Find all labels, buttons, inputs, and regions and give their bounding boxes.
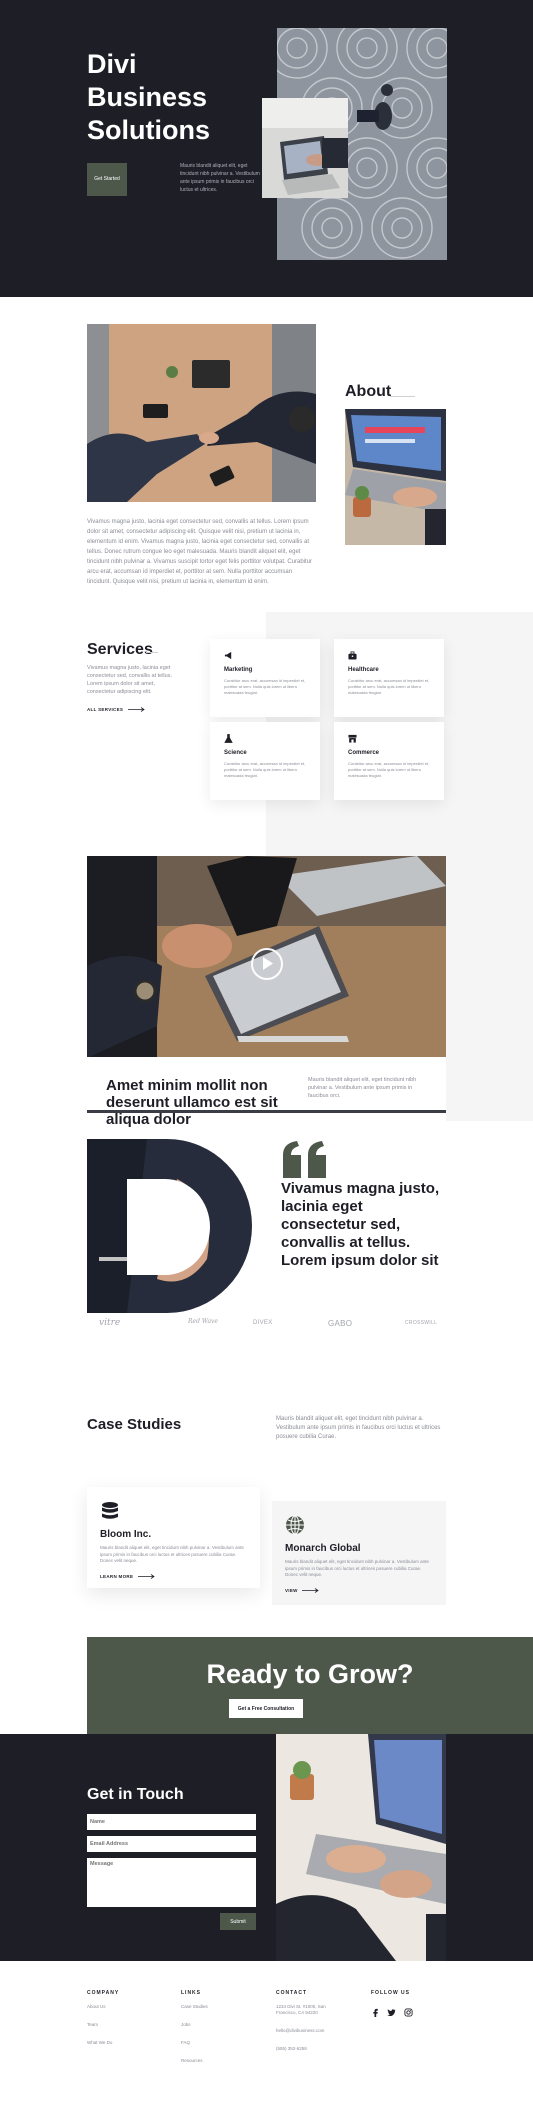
twitter-icon[interactable] [387,2008,397,2017]
service-text: Curabitur arcu erat, accumsan id imperdi… [224,678,306,695]
about-body: Vivamus magna justo, lacinia eget consec… [87,519,312,585]
arrow-right-icon [127,707,145,713]
footer-links-heading: LINKS [181,1990,201,1996]
play-icon [263,957,273,970]
quote-mark-icon [283,1141,326,1178]
case-studies-section: Case Studies Mauris blandit aliquet elit… [0,1356,533,1637]
hero-laptop-photo [262,98,348,198]
footer-link-case-studies[interactable]: Case Studies [181,2004,208,2010]
play-video-button[interactable] [251,948,283,980]
footer-address: 1234 Divi St. #1000, San Francisco, CA 9… [276,2004,326,2015]
get-started-button[interactable]: Get Started [87,163,127,196]
video-section: Amet minim mollit non deserunt ullamco e… [0,856,533,1128]
service-text: Curabitur arcu erat, accumsan id imperdi… [348,678,430,695]
contact-laptop-photo [276,1734,446,1961]
all-services-label: ALL SERVICES [87,707,124,712]
logo-divex: DIVEX [253,1320,273,1326]
service-title: Healthcare [348,667,379,673]
service-card-science[interactable]: Science Curabitur arcu erat, accumsan id… [210,722,320,800]
service-card-commerce[interactable]: Commerce Curabitur arcu erat, accumsan i… [334,722,444,800]
view-label: VIEW [285,1587,298,1593]
database-icon [102,1502,118,1519]
service-title: Science [224,750,247,756]
footer-contact-column: CONTACT 1234 Divi St. #1000, San Francis… [276,1990,336,2064]
footer-phone[interactable]: (555) 352-6258 [276,2046,336,2052]
case-text: Mauris blandit aliquet elit, eget tincid… [285,1559,429,1577]
free-consultation-button[interactable]: Get a Free Consultation [229,1699,303,1718]
hero-title: Divi Business Solutions [87,49,210,145]
arrow-right-icon [302,1587,319,1593]
arrow-right-icon [137,1573,155,1579]
client-logos-row: vitre Red Wave DIVEX GABO CROSSWILL [0,1299,533,1356]
footer-company-heading: COMPANY [87,1990,120,1996]
service-title: Commerce [348,750,380,756]
message-field[interactable] [87,1858,256,1907]
store-icon [348,734,357,743]
footer-link-team[interactable]: Team [87,2022,119,2028]
video-text: Mauris blandit aliquet elit, eget tincid… [308,1077,417,1099]
megaphone-icon [224,651,232,660]
footer-email[interactable]: hello@divibusiness.com [276,2028,336,2034]
contact-heading: Get in Touch [87,1786,184,1803]
services-heading: Services [87,641,153,658]
logo-crosswill: CROSSWILL [405,1320,438,1326]
video-side-panel [446,856,533,1121]
footer-follow-heading: FOLLOW US [371,1990,410,1996]
case-studies-heading: Case Studies [87,1416,182,1433]
about-divider [390,396,415,397]
case-text: Mauris blandit aliquet elit, eget tincid… [100,1545,244,1563]
services-intro: Vivamus magna justo, lacinia eget consec… [87,665,172,695]
contact-section: Get in Touch Submit [0,1734,533,1961]
hero-text: Mauris blandit aliquet elit, eget tincid… [180,163,260,193]
services-divider [146,652,158,653]
hero-section: Divi Business Solutions Get Started Maur… [0,0,533,297]
service-card-healthcare[interactable]: Healthcare Curabitur arcu erat, accumsan… [334,639,444,717]
footer-link-faq[interactable]: FAQ [181,2040,208,2046]
case-card-monarch[interactable]: Monarch Global Mauris blandit aliquet el… [272,1501,446,1605]
quote-text: Vivamus magna justo, lacinia eget consec… [281,1180,440,1269]
facebook-icon[interactable] [371,2008,380,2017]
service-title: Marketing [224,667,253,673]
instagram-icon[interactable] [404,2008,413,2017]
about-section: About Vivamus magna justo, lacinia eget … [0,297,533,612]
name-field[interactable] [87,1814,256,1830]
footer-link-jobs[interactable]: Jobs [181,2022,208,2028]
view-link[interactable]: VIEW [285,1588,320,1593]
case-card-bloom[interactable]: Bloom Inc. Mauris blandit aliquet elit, … [87,1487,260,1588]
globe-icon [286,1515,304,1535]
learn-more-link[interactable]: LEARN MORE [100,1574,156,1579]
all-services-link[interactable]: ALL SERVICES [87,707,146,713]
handshake-photo [87,324,316,502]
footer-link-resources[interactable]: Resources [181,2058,208,2064]
services-section: Services Vivamus magna justo, lacinia eg… [0,612,533,856]
cta-heading: Ready to Grow? [206,1659,414,1689]
briefcase-icon [348,651,357,660]
logo-vitre: vitre [99,1318,121,1328]
footer-contact-heading: CONTACT [276,1990,308,1996]
case-studies-intro: Mauris blandit aliquet elit, eget tincid… [276,1416,441,1440]
service-text: Curabitur arcu erat, accumsan id imperdi… [348,761,430,778]
footer-company-column: COMPANY About Us Team What We Do [87,1990,119,2058]
case-title: Bloom Inc. [100,1529,152,1540]
service-text: Curabitur arcu erat, accumsan id imperdi… [224,761,306,778]
footer: COMPANY About Us Team What We Do LINKS C… [0,1961,533,2091]
about-heading: About [345,383,392,400]
logo-gabo: GABO [328,1319,353,1328]
footer-link-about[interactable]: About Us [87,2004,119,2010]
learn-more-label: LEARN MORE [100,1573,134,1579]
service-card-marketing[interactable]: Marketing Curabitur arcu erat, accumsan … [210,639,320,717]
flask-icon [224,734,233,743]
footer-link-what-we-do[interactable]: What We Do [87,2040,119,2046]
case-title: Monarch Global [285,1543,361,1554]
laptop-typing-photo [345,409,446,545]
cta-section: Ready to Grow? Get a Free Consultation [0,1637,533,1734]
footer-follow-column: FOLLOW US [371,1990,416,2022]
quote-section: Vivamus magna justo, lacinia eget consec… [0,1121,533,1313]
footer-links-column: LINKS Case Studies Jobs FAQ Resources [181,1990,208,2076]
logo-red-wave: Red Wave [188,1318,218,1325]
letter-d-businessman-photo [87,1139,252,1313]
submit-button[interactable]: Submit [220,1913,256,1930]
email-field[interactable] [87,1836,256,1852]
